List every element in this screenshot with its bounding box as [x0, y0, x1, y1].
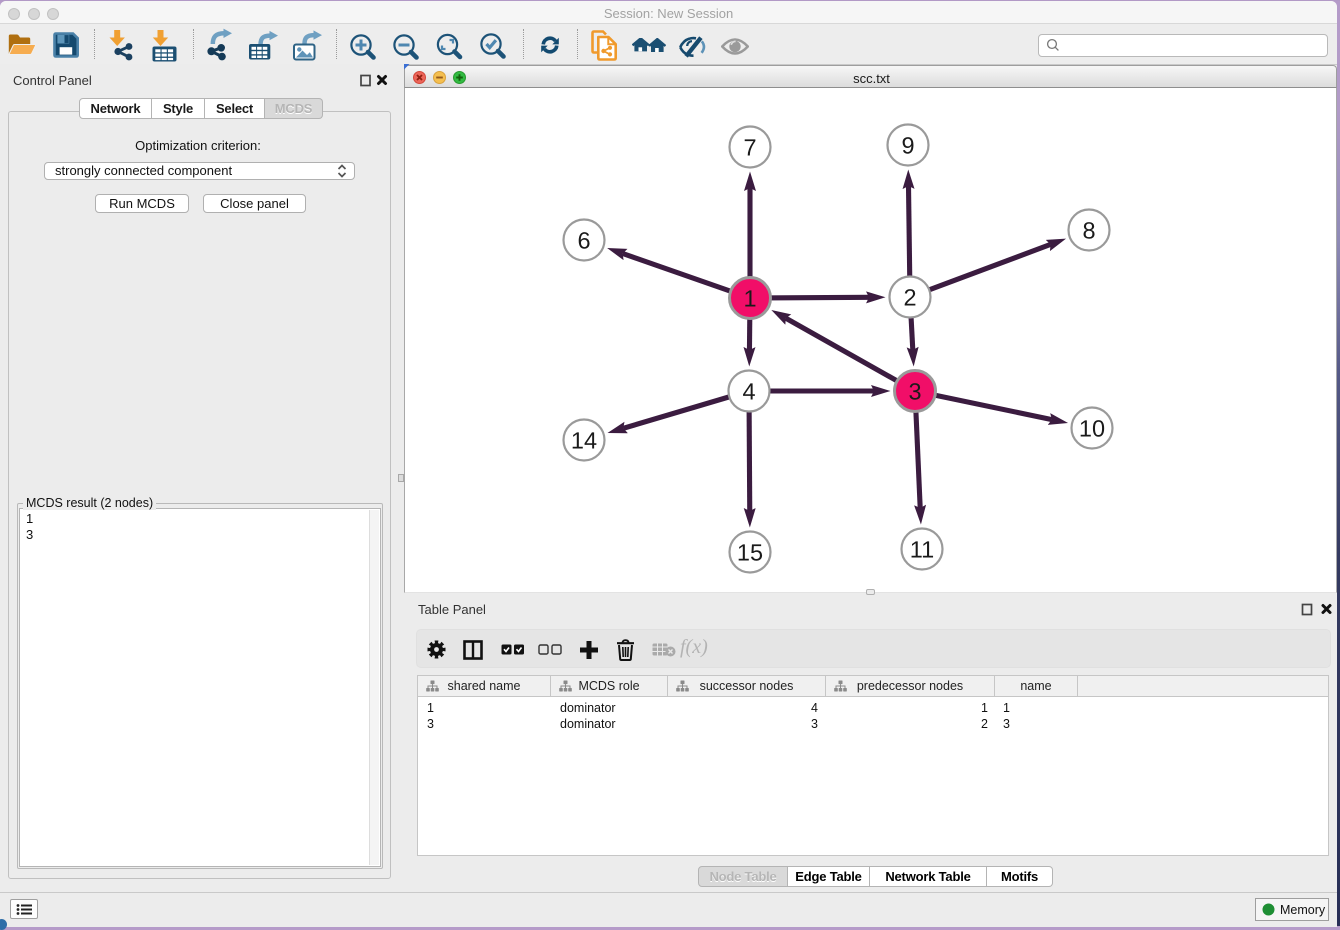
svg-text:11: 11	[910, 536, 934, 562]
svg-text:3: 3	[908, 378, 921, 404]
svg-text:1: 1	[743, 285, 756, 311]
svg-text:10: 10	[1079, 415, 1105, 441]
svg-text:8: 8	[1082, 217, 1095, 243]
svg-text:4: 4	[742, 378, 755, 404]
svg-text:2: 2	[903, 284, 916, 310]
svg-text:14: 14	[571, 427, 597, 453]
svg-text:15: 15	[737, 539, 763, 565]
svg-text:6: 6	[577, 227, 590, 253]
svg-text:7: 7	[743, 134, 756, 160]
svg-text:9: 9	[901, 132, 914, 158]
